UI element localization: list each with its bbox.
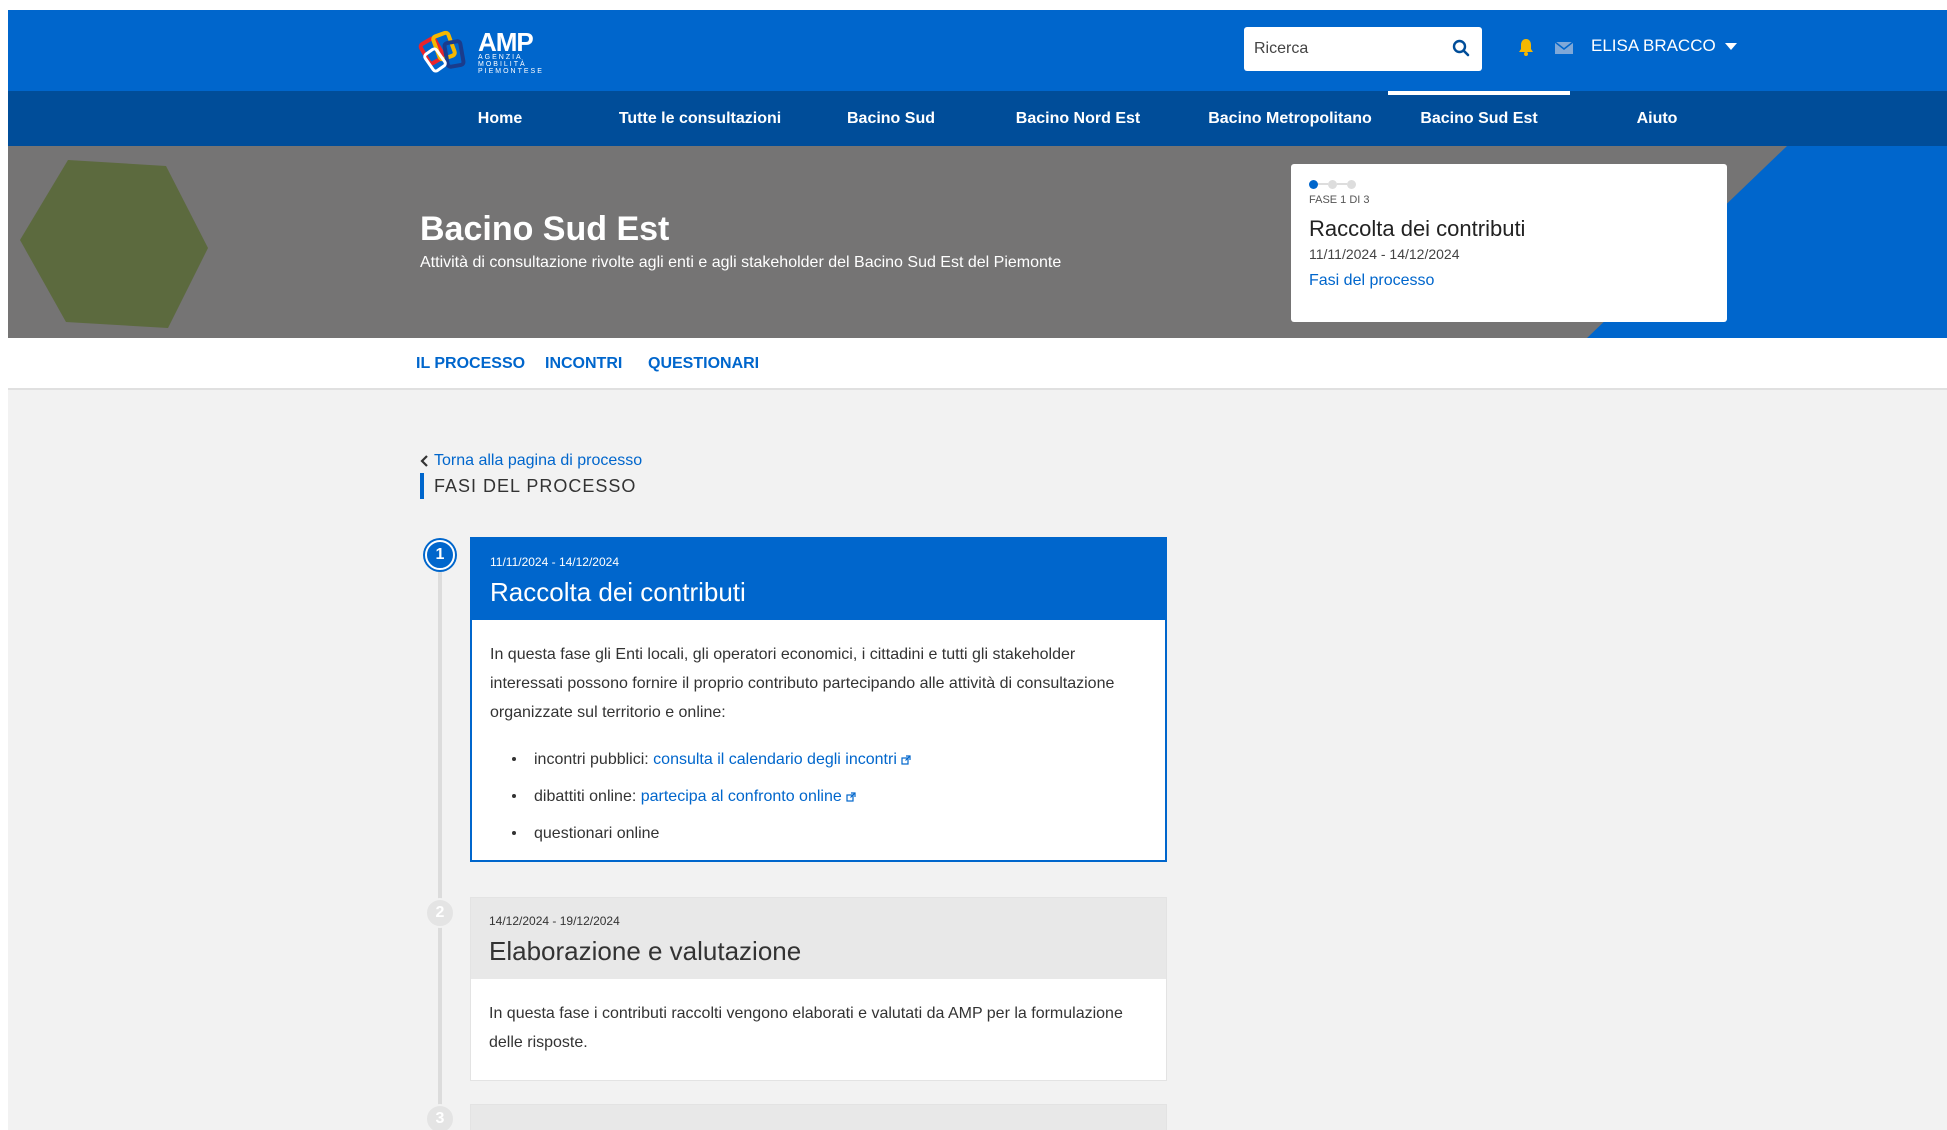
logo-subtext-2: MOBILITÀ xyxy=(478,60,527,68)
phase-card-header xyxy=(471,1105,1166,1130)
nav-item-aiuto[interactable]: Aiuto xyxy=(1602,91,1712,146)
nav-item-bacino-metropolitano[interactable]: Bacino Metropolitano xyxy=(1178,91,1402,146)
user-name: ELISA BRACCO xyxy=(1591,36,1716,55)
hero-banner: Bacino Sud Est Attività di consultazione… xyxy=(8,146,1947,338)
phase-card-dates: 14/12/2024 - 19/12/2024 xyxy=(489,914,620,928)
back-link-label: Torna alla pagina di processo xyxy=(434,452,643,469)
hero-subtitle: Attività di consultazione rivolte agli e… xyxy=(420,254,1062,271)
main-nav: Home Tutte le consultazioni Bacino Sud B… xyxy=(8,91,1947,146)
subnav-item-il-processo[interactable]: IL PROCESSO xyxy=(416,355,525,373)
phase-card-header: 14/12/2024 - 19/12/2024 Elaborazione e v… xyxy=(471,898,1166,979)
external-link-icon xyxy=(901,755,911,765)
subnav-item-questionari[interactable]: QUESTIONARI xyxy=(648,355,759,373)
phase-card-2: 14/12/2024 - 19/12/2024 Elaborazione e v… xyxy=(470,897,1167,1081)
phase-dates: 11/11/2024 - 14/12/2024 xyxy=(1309,246,1460,262)
phase-dot-3 xyxy=(1347,179,1356,189)
phase-card-description: In questa fase i contributi raccolti ven… xyxy=(489,1005,1123,1051)
search-input[interactable] xyxy=(1244,29,1434,69)
phase-activities-list: incontri pubblici: consulta il calendari… xyxy=(490,741,1147,852)
calendario-incontri-link[interactable]: consulta il calendario degli incontri xyxy=(653,751,897,768)
step-number-1: 1 xyxy=(425,540,455,570)
chevron-left-icon xyxy=(420,455,428,467)
confronto-online-link[interactable]: partecipa al confronto online xyxy=(641,788,842,805)
logo-subtext-1: AGENZIA xyxy=(478,53,523,61)
list-item: questionari online xyxy=(490,815,1147,852)
search-box xyxy=(1244,27,1482,71)
logo-subtext-3: PIEMONTESE xyxy=(478,67,544,75)
chevron-down-icon xyxy=(1724,43,1737,50)
section-title: FASI DEL PROCESSO xyxy=(420,473,636,499)
nav-item-bacino-sud-est[interactable]: Bacino Sud Est xyxy=(1388,91,1570,146)
top-bar: AMP AGENZIA MOBILITÀ PIEMONTESE ELISA BR… xyxy=(8,10,1947,91)
mail-icon[interactable] xyxy=(1554,40,1574,56)
amp-logo-icon xyxy=(418,30,466,73)
sub-nav: IL PROCESSO INCONTRI QUESTIONARI xyxy=(8,338,1947,390)
logo-text: AMP xyxy=(478,26,534,57)
phase-title: Raccolta dei contributi xyxy=(1309,216,1526,241)
list-item-text: incontri pubblici: xyxy=(534,751,654,768)
step-number-3: 3 xyxy=(425,1104,455,1130)
search-icon[interactable] xyxy=(1452,39,1470,57)
phase-card-3 xyxy=(470,1104,1167,1130)
list-item: incontri pubblici: consulta il calendari… xyxy=(490,741,1147,778)
nav-item-bacino-nord-est[interactable]: Bacino Nord Est xyxy=(988,91,1168,146)
phase-progress-dots xyxy=(1309,178,1709,190)
list-item-text: questionari online xyxy=(534,825,660,842)
phase-card-title: Elaborazione e valutazione xyxy=(489,936,802,966)
current-phase-card: FASE 1 DI 3 Raccolta dei contributi 11/1… xyxy=(1291,164,1727,322)
step-number-2: 2 xyxy=(425,898,455,928)
nav-item-tutte-le-consultazioni[interactable]: Tutte le consultazioni xyxy=(584,91,816,146)
phase-card-body: In questa fase gli Enti locali, gli oper… xyxy=(472,620,1165,868)
external-link-icon xyxy=(846,792,856,802)
bell-icon[interactable] xyxy=(1516,37,1536,57)
phase-step-label: FASE 1 DI 3 xyxy=(1309,194,1370,206)
hero-title: Bacino Sud Est xyxy=(420,210,670,248)
phase-dot-2 xyxy=(1328,179,1337,189)
subnav-item-incontri[interactable]: INCONTRI xyxy=(545,355,622,373)
phase-card-header: 11/11/2024 - 14/12/2024 Raccolta dei con… xyxy=(472,539,1165,620)
phase-card-title: Raccolta dei contributi xyxy=(490,577,746,607)
timeline-line xyxy=(438,562,442,1130)
hexagon-decoration xyxy=(20,160,208,328)
list-item: dibattiti online: partecipa al confronto… xyxy=(490,778,1147,815)
back-link[interactable]: Torna alla pagina di processo xyxy=(420,452,642,470)
nav-item-bacino-sud[interactable]: Bacino Sud xyxy=(828,91,954,146)
phase-dot-1 xyxy=(1309,179,1318,189)
phase-card-body: In questa fase i contributi raccolti ven… xyxy=(471,979,1166,1073)
amp-logo[interactable]: AMP AGENZIA MOBILITÀ PIEMONTESE xyxy=(418,24,548,80)
phase-card-description: In questa fase gli Enti locali, gli oper… xyxy=(490,646,1115,721)
page: AMP AGENZIA MOBILITÀ PIEMONTESE ELISA BR… xyxy=(8,10,1947,1130)
user-menu[interactable]: ELISA BRACCO xyxy=(1591,36,1738,56)
list-item-text: dibattiti online: xyxy=(534,788,641,805)
phase-card-1: 11/11/2024 - 14/12/2024 Raccolta dei con… xyxy=(470,537,1167,862)
phase-card-dates: 11/11/2024 - 14/12/2024 xyxy=(490,555,619,569)
nav-item-home[interactable]: Home xyxy=(448,91,552,146)
fasi-del-processo-link[interactable]: Fasi del processo xyxy=(1309,272,1709,290)
